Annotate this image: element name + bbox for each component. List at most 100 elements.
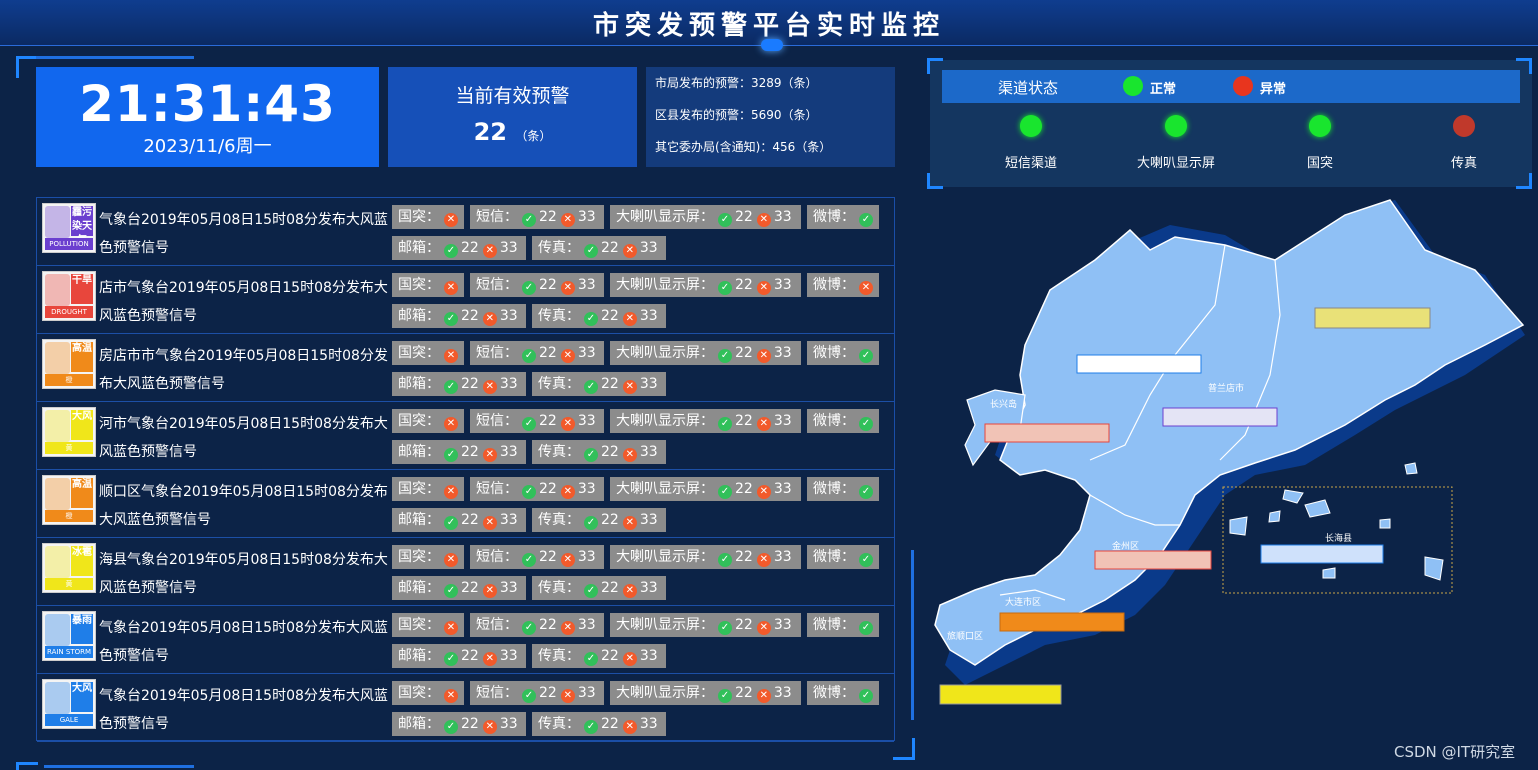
tag-label: 微博： bbox=[813, 345, 855, 361]
warning-text[interactable]: 气象台2019年05月08日15时08分发布大风蓝色预警信号 bbox=[99, 682, 389, 738]
tag-guotu: 国突： ✕ bbox=[392, 409, 464, 433]
tag-weibo: 微博： ✕ bbox=[807, 273, 879, 297]
warning-list[interactable]: 霾污染天气POLLUTION气象台2019年05月08日15时08分发布大风蓝色… bbox=[36, 197, 895, 742]
error-icon: ✕ bbox=[756, 281, 771, 295]
error-count: 33 bbox=[639, 648, 658, 664]
legend-normal-icon bbox=[1123, 76, 1143, 96]
error-count: 33 bbox=[639, 308, 658, 324]
channel-guotu-name: 国突 bbox=[1306, 156, 1333, 171]
tag-fax: 传真： ✓ 22 ✕ 33 bbox=[532, 508, 666, 532]
stats-district: 区县发布的预警：5690（条） bbox=[655, 108, 818, 122]
warning-row[interactable]: 大风 GALE 气象台2019年05月08日15时08分发布大风蓝色预警信号 国突： ✕… bbox=[37, 674, 894, 742]
ok-icon: ✓ bbox=[584, 516, 598, 530]
ok-count: 22 bbox=[539, 481, 557, 497]
warning-text[interactable]: 店市气象台2019年05月08日15时08分发布大风蓝色预警信号 bbox=[99, 274, 389, 330]
tag-label: 大喇叭显示屏： bbox=[616, 345, 714, 361]
channel-sms-status-icon bbox=[1020, 115, 1042, 137]
tag-label: 传真： bbox=[538, 648, 580, 664]
frame-corner-bottom-left bbox=[16, 762, 38, 770]
error-icon: ✕ bbox=[756, 485, 771, 499]
tag-guotu: 国突： ✕ bbox=[392, 681, 464, 705]
warning-text[interactable]: 河市气象台2019年05月08日15时08分发布大风蓝色预警信号 bbox=[99, 410, 389, 466]
district-map[interactable]: 长兴岛 普兰店市 金州区 大连市区 旅顺口区 长海县 bbox=[925, 195, 1535, 715]
error-count: 33 bbox=[773, 685, 792, 701]
warning-text[interactable]: 顺口区气象台2019年05月08日15时08分发布大风蓝色预警信号 bbox=[99, 478, 389, 534]
tag-guotu: 国突： ✕ bbox=[392, 477, 464, 501]
warning-row[interactable]: 霾污染天气POLLUTION气象台2019年05月08日15时08分发布大风蓝色… bbox=[37, 198, 894, 266]
ok-icon: ✓ bbox=[859, 621, 873, 635]
warning-row[interactable]: 大风黄河市气象台2019年05月08日15时08分发布大风蓝色预警信号 国突： ✕ 短… bbox=[37, 402, 894, 470]
ok-icon: ✓ bbox=[522, 281, 536, 295]
tag-sms: 短信： ✓ 22 ✕ 33 bbox=[470, 681, 604, 705]
error-count: 33 bbox=[577, 413, 596, 429]
tag-weibo: 微博： ✓ bbox=[807, 681, 879, 705]
error-icon: ✕ bbox=[622, 312, 637, 326]
icon-badge: 冰雹 bbox=[71, 546, 93, 576]
ok-icon: ✓ bbox=[522, 621, 536, 635]
ok-count: 22 bbox=[461, 240, 479, 256]
channel-fax-name: 传真 bbox=[1450, 156, 1477, 171]
ok-icon: ✓ bbox=[718, 281, 732, 295]
warning-row[interactable]: 高温橙顺口区气象台2019年05月08日15时08分发布大风蓝色预警信号 国突： ✕… bbox=[37, 470, 894, 538]
tag-speaker: 大喇叭显示屏： ✓ 22 ✕ 33 bbox=[610, 681, 801, 705]
warning-text[interactable]: 气象台2019年05月08日15时08分发布大风蓝色预警信号 bbox=[99, 206, 389, 262]
error-count: 33 bbox=[773, 277, 792, 293]
ok-count: 22 bbox=[461, 580, 479, 596]
ok-icon: ✓ bbox=[718, 417, 732, 431]
ok-icon: ✓ bbox=[444, 244, 458, 258]
tag-label: 短信： bbox=[476, 481, 518, 497]
ok-icon: ✓ bbox=[718, 485, 732, 499]
error-icon: ✕ bbox=[560, 349, 575, 363]
tag-label: 微博： bbox=[813, 413, 855, 429]
ok-count: 22 bbox=[735, 617, 753, 633]
error-count: 33 bbox=[499, 240, 518, 256]
ok-count: 22 bbox=[461, 648, 479, 664]
map-label-changxing: 长兴岛 bbox=[990, 398, 1017, 410]
tag-label: 大喇叭显示屏： bbox=[616, 617, 714, 633]
error-icon: ✕ bbox=[560, 213, 575, 227]
warning-row[interactable]: 高温橙房店市市气象台2019年05月08日15时08分发布大风蓝色预警信号 国突：… bbox=[37, 334, 894, 402]
ok-count: 22 bbox=[461, 308, 479, 324]
ok-count: 22 bbox=[601, 308, 619, 324]
tag-label: 邮箱： bbox=[398, 376, 440, 392]
tag-fax: 传真： ✓ 22 ✕ 33 bbox=[532, 644, 666, 668]
channel-fax-status-icon bbox=[1453, 115, 1475, 137]
heat-icon: 高温橙 bbox=[42, 339, 96, 389]
map-warning-strip-changxing bbox=[984, 423, 1110, 443]
icon-foot: 黄 bbox=[45, 442, 93, 454]
error-icon: ✕ bbox=[756, 349, 771, 363]
warning-row[interactable]: 干旱 DROUGHT 店市气象台2019年05月08日15时08分发布大风蓝色预警信… bbox=[37, 266, 894, 334]
error-count: 33 bbox=[577, 277, 596, 293]
error-icon: ✕ bbox=[756, 689, 771, 703]
icon-foot: GALE bbox=[45, 714, 93, 726]
tag-label: 邮箱： bbox=[398, 308, 440, 324]
warning-row[interactable]: 暴雨 RAIN STORM 气象台2019年05月08日15时08分发布大风蓝色预警… bbox=[37, 606, 894, 674]
header-indicator bbox=[761, 39, 783, 51]
error-icon: ✕ bbox=[482, 380, 497, 394]
error-icon: ✕ bbox=[444, 417, 458, 431]
error-count: 33 bbox=[577, 345, 596, 361]
tag-label: 国突： bbox=[398, 413, 440, 429]
warning-text[interactable]: 房店市市气象台2019年05月08日15时08分发布大风蓝色预警信号 bbox=[99, 342, 389, 398]
warning-text[interactable]: 海县气象台2019年05月08日15时08分发布大风蓝色预警信号 bbox=[99, 546, 389, 602]
tag-mail: 邮箱： ✓ 22 ✕ 33 bbox=[392, 576, 526, 600]
tag-fax: 传真： ✓ 22 ✕ 33 bbox=[532, 236, 666, 260]
map-island-1 bbox=[1282, 489, 1304, 504]
ok-count: 22 bbox=[601, 444, 619, 460]
ok-icon: ✓ bbox=[584, 312, 598, 326]
warning-row[interactable]: 冰雹黄海县气象台2019年05月08日15时08分发布大风蓝色预警信号 国突： ✕ 短… bbox=[37, 538, 894, 606]
map-island-4 bbox=[1268, 510, 1281, 523]
icon-badge: 高温 bbox=[71, 478, 93, 508]
error-count: 33 bbox=[639, 376, 658, 392]
tag-label: 国突： bbox=[398, 209, 440, 225]
ok-icon: ✓ bbox=[444, 584, 458, 598]
stats-city: 市局发布的预警：3289（条） bbox=[655, 76, 818, 90]
hail-icon: 冰雹黄 bbox=[42, 543, 96, 593]
warning-text[interactable]: 气象台2019年05月08日15时08分发布大风蓝色预警信号 bbox=[99, 614, 389, 670]
error-icon: ✕ bbox=[560, 689, 575, 703]
map-label-jinzhou: 金州区 bbox=[1112, 540, 1139, 552]
error-icon: ✕ bbox=[560, 485, 575, 499]
tag-label: 传真： bbox=[538, 376, 580, 392]
tag-mail: 邮箱： ✓ 22 ✕ 33 bbox=[392, 236, 526, 260]
tag-guotu: 国突： ✕ bbox=[392, 205, 464, 229]
